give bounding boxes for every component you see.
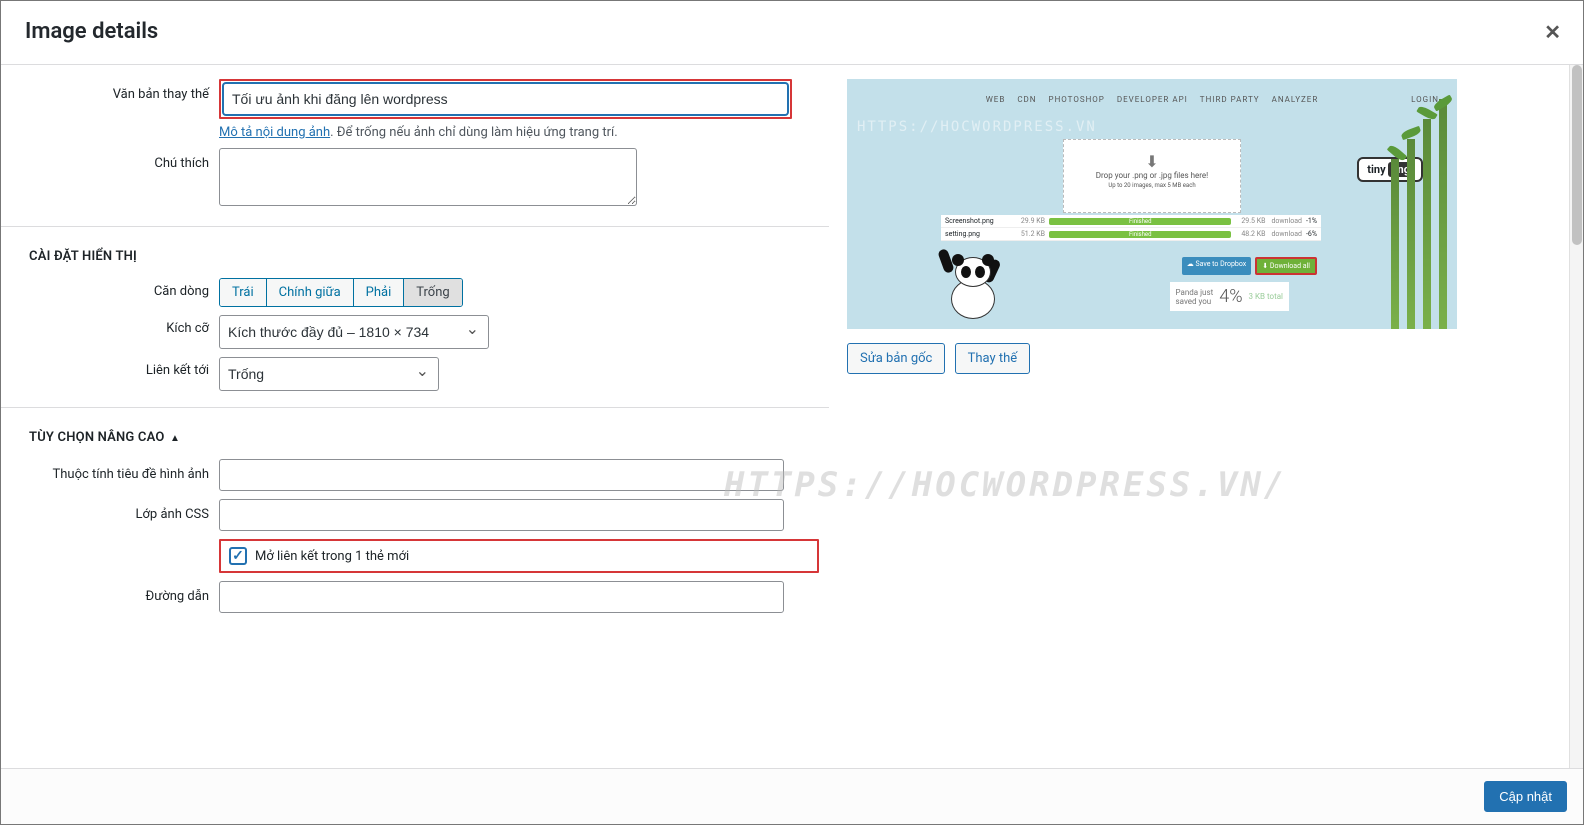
preview-watermark: HTTPS://HOCWORDPRESS.VN — [857, 119, 1097, 135]
alt-text-input[interactable] — [223, 83, 788, 115]
alt-text-label: Văn bản thay thế — [1, 79, 219, 102]
title-attr-label: Thuộc tính tiêu đề hình ảnh — [1, 459, 219, 482]
panda-icon — [941, 249, 1001, 319]
linkto-label: Liên kết tới — [1, 357, 219, 378]
alt-highlight — [219, 79, 792, 119]
newtab-label: Mở liên kết trong 1 thẻ mới — [255, 549, 409, 564]
download-icon: ⬇ — [1064, 152, 1240, 171]
settings-pane: Văn bản thay thế Mô tả nội dung ảnh. Để … — [1, 65, 829, 768]
file-row: Screenshot.png29.9 KB Finished 29.5 KBdo… — [941, 215, 1321, 228]
dropzone: ⬇ Drop your .png or .jpg files here! Up … — [1063, 139, 1241, 213]
newtab-highlight: ✓ Mở liên kết trong 1 thẻ mới — [219, 539, 819, 573]
align-none-button[interactable]: Trống — [404, 279, 461, 306]
align-button-group: Trái Chính giữa Phải Trống — [219, 278, 463, 307]
preview-pane: WEBCDNPHOTOSHOPDEVELOPER APITHIRD PARTYA… — [829, 65, 1583, 768]
size-select[interactable]: Kích thước đầy đủ – 1810 × 734 — [219, 315, 489, 349]
modal-title: Image details — [25, 19, 158, 44]
caption-input[interactable] — [219, 148, 637, 206]
scrollbar[interactable] — [1569, 65, 1583, 768]
bamboo-decoration — [1377, 79, 1457, 329]
close-icon[interactable]: ✕ — [1538, 20, 1567, 44]
savings-badge: Panda justsaved you 4% 3 KB total — [1170, 282, 1289, 311]
newtab-checkbox[interactable]: ✓ — [229, 547, 247, 565]
align-left-button[interactable]: Trái — [220, 279, 267, 306]
linkto-select[interactable]: Trống — [219, 357, 439, 391]
update-button[interactable]: Cập nhật — [1484, 781, 1567, 812]
alt-help-link[interactable]: Mô tả nội dung ảnh — [219, 125, 330, 140]
display-section-title: CÀI ĐẶT HIỂN THỊ — [1, 235, 829, 274]
align-label: Căn dòng — [1, 278, 219, 299]
align-center-button[interactable]: Chính giữa — [267, 279, 354, 306]
caption-label: Chú thích — [1, 148, 219, 171]
align-right-button[interactable]: Phải — [354, 279, 405, 306]
replace-button[interactable]: Thay thế — [955, 343, 1031, 374]
scrollbar-thumb[interactable] — [1572, 65, 1582, 245]
save-dropbox-button: ☁ Save to Dropbox — [1182, 257, 1252, 275]
edit-original-button[interactable]: Sửa bản gốc — [847, 343, 945, 374]
css-class-input[interactable] — [219, 499, 784, 531]
file-row: setting.png51.2 KB Finished 48.2 KBdownl… — [941, 228, 1321, 241]
title-attr-input[interactable] — [219, 459, 784, 491]
css-class-label: Lớp ảnh CSS — [1, 499, 219, 522]
url-label: Đường dẫn — [1, 581, 219, 604]
file-list: Screenshot.png29.9 KB Finished 29.5 KBdo… — [941, 215, 1321, 241]
download-all-button: ⬇ Download all — [1255, 257, 1317, 275]
alt-help-text: Mô tả nội dung ảnh. Để trống nếu ảnh chỉ… — [219, 125, 829, 140]
advanced-section-toggle[interactable]: TÙY CHỌN NÂNG CAO ▲ — [1, 416, 829, 455]
chevron-up-icon: ▲ — [170, 433, 180, 444]
url-input[interactable] — [219, 581, 784, 613]
image-preview: WEBCDNPHOTOSHOPDEVELOPER APITHIRD PARTYA… — [847, 79, 1457, 329]
preview-action-buttons: ☁ Save to Dropbox ⬇ Download all — [1182, 257, 1317, 275]
size-label: Kích cỡ — [1, 315, 219, 336]
preview-nav: WEBCDNPHOTOSHOPDEVELOPER APITHIRD PARTYA… — [847, 95, 1457, 104]
